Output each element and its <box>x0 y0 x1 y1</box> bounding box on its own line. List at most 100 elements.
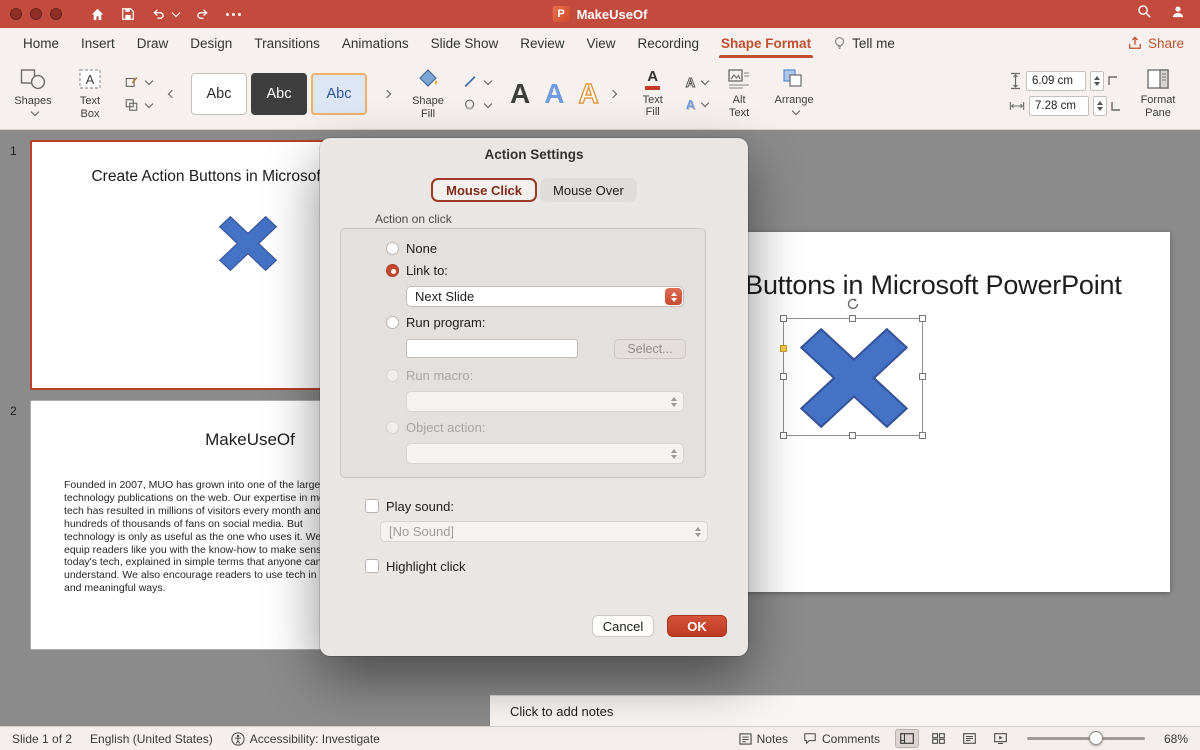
wordart-style-2[interactable]: A <box>538 78 570 110</box>
zoom-button[interactable] <box>50 8 62 20</box>
shape-style-option-2[interactable]: Abc <box>251 73 307 115</box>
tab-home[interactable]: Home <box>12 28 70 58</box>
tab-draw[interactable]: Draw <box>126 28 180 58</box>
resize-handle-top-right[interactable] <box>919 315 926 322</box>
undo-button[interactable] <box>151 7 179 21</box>
link-to-dropdown[interactable]: Next Slide <box>406 286 684 307</box>
slide-sorter-view-button[interactable] <box>926 729 950 748</box>
reading-view-button[interactable] <box>957 729 981 748</box>
notes-placeholder: Click to add notes <box>510 704 613 719</box>
shape-style-option-3-selected[interactable]: Abc <box>311 73 367 115</box>
text-fill-button[interactable]: A Text Fill <box>633 69 673 119</box>
zoom-slider[interactable] <box>1027 737 1145 740</box>
shape-styles-gallery-next[interactable] <box>380 73 393 115</box>
tab-view[interactable]: View <box>575 28 626 58</box>
slide-sorter-icon <box>932 733 945 744</box>
zoom-percent[interactable]: 68% <box>1160 732 1188 746</box>
close-button[interactable] <box>10 8 22 20</box>
x-shape[interactable] <box>800 328 908 428</box>
resize-handle-bottom-right[interactable] <box>919 432 926 439</box>
resize-handle-middle-right[interactable] <box>919 373 926 380</box>
shape-selection-box[interactable] <box>783 318 923 436</box>
shape-outline-button[interactable] <box>463 75 491 89</box>
wordart-style-1[interactable]: A <box>504 78 536 110</box>
shape-width-stepper[interactable] <box>1093 96 1107 116</box>
tab-transitions[interactable]: Transitions <box>243 28 331 58</box>
arrange-button[interactable]: Arrange <box>770 68 818 119</box>
size-mini-button-bottom[interactable] <box>1111 101 1121 111</box>
home-button[interactable] <box>90 7 105 22</box>
undo-dropdown-icon[interactable] <box>172 8 180 16</box>
more-toolbar-commands-button[interactable] <box>226 13 241 16</box>
tab-design[interactable]: Design <box>179 28 243 58</box>
resize-handle-top-middle[interactable] <box>849 315 856 322</box>
run-program-radio-row[interactable]: Run program: <box>386 313 485 331</box>
save-button[interactable] <box>121 7 135 21</box>
text-outline-button[interactable]: A <box>686 76 708 89</box>
cancel-button[interactable]: Cancel <box>592 615 654 637</box>
wordart-gallery-next[interactable] <box>607 73 620 115</box>
link-to-radio-row[interactable]: Link to: <box>386 261 448 279</box>
shape-height-field[interactable] <box>1026 71 1086 91</box>
none-radio[interactable] <box>386 242 399 255</box>
zoom-slider-knob[interactable] <box>1089 731 1103 745</box>
resize-handle-bottom-middle[interactable] <box>849 432 856 439</box>
format-pane-button[interactable]: Format Pane <box>1134 68 1182 119</box>
shape-effects-button[interactable] <box>463 98 491 112</box>
share-icon <box>1128 36 1142 50</box>
text-effects-button[interactable]: A <box>686 98 708 111</box>
shape-style-option-1[interactable]: Abc <box>191 73 247 115</box>
search-button[interactable] <box>1137 4 1152 24</box>
run-program-radio[interactable] <box>386 316 399 329</box>
account-button[interactable] <box>1170 4 1186 24</box>
wordart-style-3[interactable]: A <box>572 78 604 110</box>
redo-button[interactable] <box>195 7 210 21</box>
accessibility-status[interactable]: Accessibility: Investigate <box>231 732 380 746</box>
tab-recording[interactable]: Recording <box>627 28 711 58</box>
mouse-over-tab[interactable]: Mouse Over <box>540 178 637 202</box>
shape-styles-gallery-prev[interactable] <box>165 73 178 115</box>
adjust-handle[interactable] <box>780 345 787 352</box>
tab-review[interactable]: Review <box>509 28 575 58</box>
shapes-button[interactable]: Shapes <box>10 67 56 120</box>
shape-width-field[interactable] <box>1029 96 1089 116</box>
tab-animations[interactable]: Animations <box>331 28 420 58</box>
resize-handle-top-left[interactable] <box>780 315 787 322</box>
size-mini-button-top[interactable] <box>1108 76 1118 86</box>
notes-pane[interactable]: Click to add notes <box>490 695 1200 726</box>
resize-handle-bottom-left[interactable] <box>780 432 787 439</box>
minimize-button[interactable] <box>30 8 42 20</box>
tab-slide-show[interactable]: Slide Show <box>420 28 510 58</box>
notes-toggle-button[interactable]: Notes <box>739 732 788 746</box>
highlight-click-checkbox[interactable] <box>365 559 379 573</box>
comments-toggle-button[interactable]: Comments <box>803 732 880 746</box>
size-group <box>1009 71 1121 116</box>
slide-show-button[interactable] <box>988 729 1012 748</box>
shape-height-stepper[interactable] <box>1090 71 1104 91</box>
normal-view-button[interactable] <box>895 729 919 748</box>
highlight-click-checkbox-row[interactable]: Highlight click <box>365 557 465 575</box>
alt-text-button[interactable]: Alt Text <box>721 68 757 119</box>
merge-shapes-button[interactable] <box>124 98 152 112</box>
run-program-path-field[interactable] <box>406 339 578 358</box>
tab-tell-me[interactable]: Tell me <box>822 28 906 58</box>
ok-button[interactable]: OK <box>667 615 727 637</box>
link-to-radio[interactable] <box>386 264 399 277</box>
none-radio-row[interactable]: None <box>386 239 437 257</box>
mouse-click-tab[interactable]: Mouse Click <box>431 178 537 202</box>
slide-counter[interactable]: Slide 1 of 2 <box>12 732 72 746</box>
select-program-button[interactable]: Select... <box>614 339 686 359</box>
share-button[interactable]: Share <box>1128 28 1184 58</box>
tab-shape-format[interactable]: Shape Format <box>710 28 822 58</box>
text-box-button[interactable]: A Text Box <box>69 67 111 120</box>
language-indicator[interactable]: English (United States) <box>90 732 213 746</box>
edit-shape-button[interactable] <box>124 75 152 89</box>
text-effects-icon: A <box>686 98 695 111</box>
ribbon-shape-format: Shapes A Text Box Abc Abc Abc Shape Fill <box>0 58 1200 130</box>
rotate-handle[interactable] <box>846 297 860 311</box>
play-sound-checkbox-row[interactable]: Play sound: <box>365 497 454 515</box>
tab-insert[interactable]: Insert <box>70 28 126 58</box>
shape-fill-button[interactable]: Shape Fill <box>406 67 450 120</box>
play-sound-checkbox[interactable] <box>365 499 379 513</box>
resize-handle-middle-left[interactable] <box>780 373 787 380</box>
